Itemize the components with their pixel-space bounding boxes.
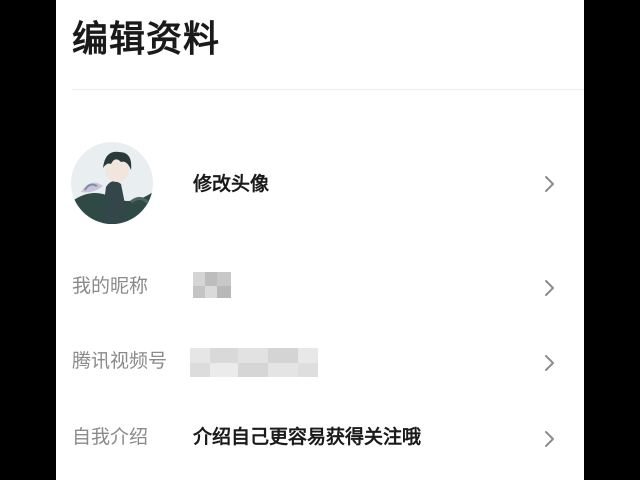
avatar[interactable]	[71, 142, 153, 224]
chevron-right-icon	[544, 353, 556, 373]
chevron-right-icon	[544, 429, 556, 449]
change-avatar-row[interactable]: 修改头像	[56, 136, 584, 228]
edit-profile-screen: 编辑资料 修改头像 我的昵称 腾讯视频号 自我介绍 介绍自己更容易获得关注哦	[56, 0, 584, 480]
self-intro-label: 自我介绍	[72, 426, 149, 448]
page-header: 编辑资料	[56, 0, 584, 90]
video-account-label: 腾讯视频号	[72, 350, 168, 372]
video-account-row[interactable]: 腾讯视频号	[56, 336, 584, 386]
nickname-row[interactable]: 我的昵称	[56, 262, 584, 312]
self-intro-placeholder: 介绍自己更容易获得关注哦	[193, 426, 422, 448]
nickname-label: 我的昵称	[72, 275, 149, 297]
change-avatar-label: 修改头像	[193, 173, 270, 195]
header-divider	[72, 89, 584, 90]
self-intro-row[interactable]: 自我介绍 介绍自己更容易获得关注哦	[56, 413, 584, 463]
page-title: 编辑资料	[72, 19, 221, 60]
chevron-right-icon	[544, 174, 556, 194]
chevron-right-icon	[544, 278, 556, 298]
